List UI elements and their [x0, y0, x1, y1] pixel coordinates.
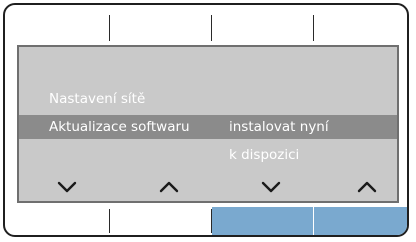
navigation-arrows — [19, 175, 397, 199]
top-softkey-2[interactable] — [110, 5, 211, 43]
device-frame: Nastavení sítě Aktualizace softwaru inst… — [3, 3, 409, 237]
menu-item-label: Nastavení sítě — [49, 91, 146, 107]
bottom-softkey-4[interactable] — [314, 207, 407, 235]
top-softkey-3[interactable] — [212, 5, 313, 43]
bottom-softkey-2[interactable] — [110, 207, 211, 235]
menu-option-available[interactable]: k dispozici — [19, 143, 397, 167]
menu-option-label: k dispozici — [229, 147, 300, 163]
bottom-softkey-1[interactable] — [5, 207, 106, 235]
menu-item-value: instalovat nyní — [229, 119, 329, 135]
chevron-up-icon[interactable] — [159, 177, 179, 197]
display-screen: Nastavení sítě Aktualizace softwaru inst… — [17, 45, 399, 203]
menu-item-software-update[interactable]: Aktualizace softwaru instalovat nyní — [19, 115, 397, 139]
chevron-down-icon[interactable] — [57, 177, 77, 197]
menu-item-network-settings[interactable]: Nastavení sítě — [19, 87, 397, 111]
top-softkey-1[interactable] — [5, 5, 106, 43]
chevron-down-icon[interactable] — [261, 177, 281, 197]
menu-item-label: Aktualizace softwaru — [49, 119, 190, 135]
bottom-softkey-3[interactable] — [212, 207, 313, 235]
chevron-up-icon[interactable] — [357, 177, 377, 197]
top-softkey-4[interactable] — [314, 5, 407, 43]
bottom-softkey-row — [5, 207, 407, 235]
top-softkey-row — [5, 5, 407, 43]
